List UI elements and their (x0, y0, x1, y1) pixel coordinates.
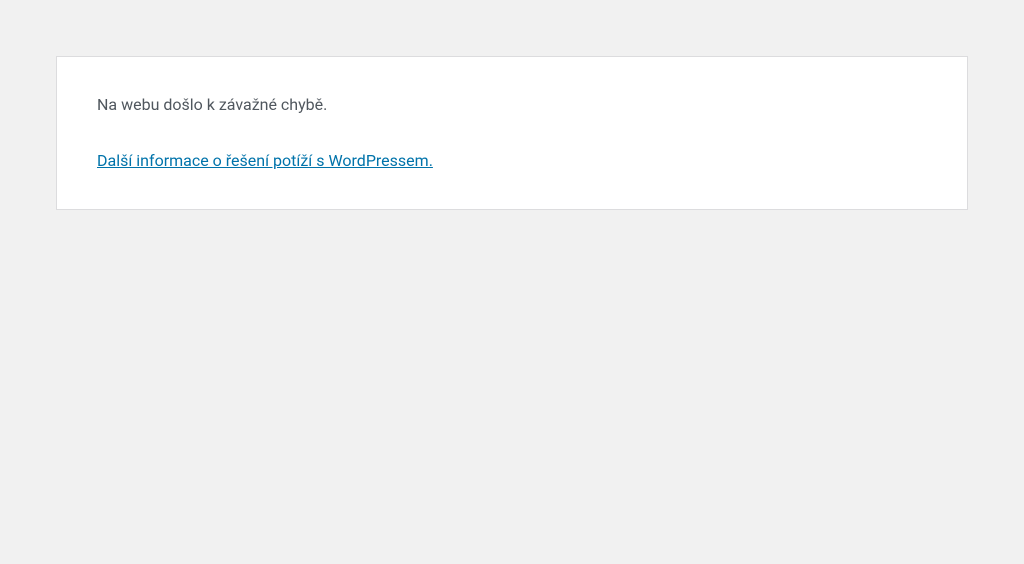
error-message: Na webu došlo k závažné chybě. (97, 93, 927, 117)
troubleshoot-link[interactable]: Další informace o řešení potíží s WordPr… (97, 151, 433, 170)
error-panel: Na webu došlo k závažné chybě. Další inf… (56, 56, 968, 210)
